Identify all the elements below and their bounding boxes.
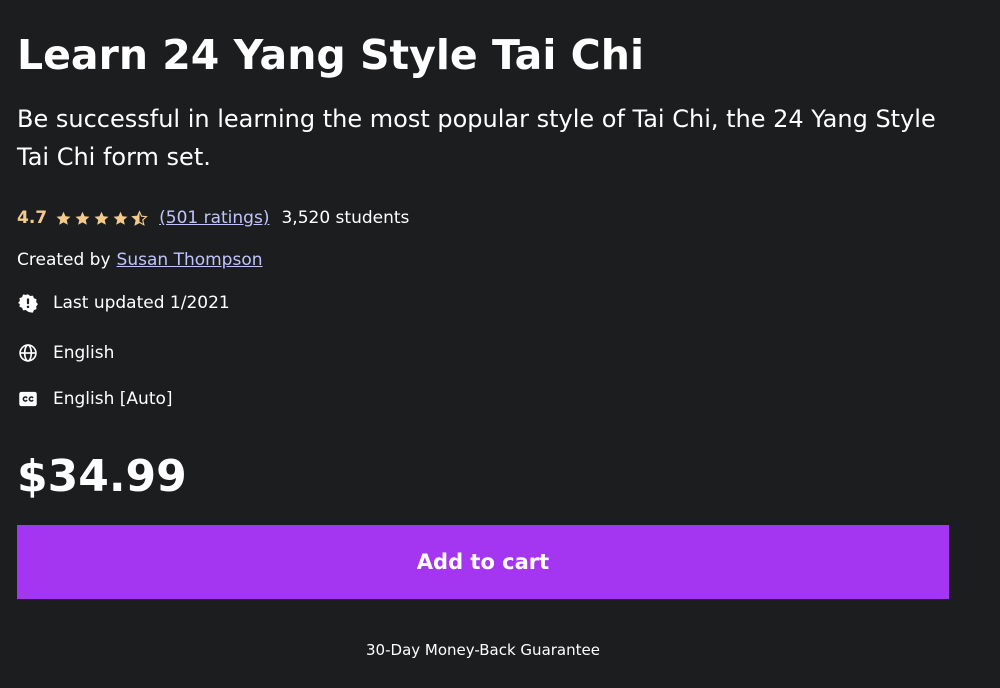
course-subtitle: Be successful in learning the most popul… bbox=[17, 105, 936, 171]
closed-captions-icon bbox=[17, 388, 39, 410]
students-count: 3,520 students bbox=[281, 208, 410, 228]
star-icon bbox=[75, 211, 90, 225]
course-sidebar: Learn 24 Yang Style Tai Chi Be successfu… bbox=[17, 0, 949, 688]
captions-row: English [Auto] bbox=[17, 386, 173, 412]
language-row: English bbox=[17, 340, 114, 366]
captions-text: English [Auto] bbox=[53, 389, 173, 409]
ratings-count-link[interactable]: (501 ratings) bbox=[159, 208, 269, 228]
course-title: Learn 24 Yang Style Tai Chi bbox=[17, 31, 645, 79]
last-updated-text: Last updated 1/2021 bbox=[53, 293, 230, 313]
alert-badge-icon bbox=[17, 292, 39, 314]
star-rating bbox=[55, 209, 150, 227]
created-by-label: Created by bbox=[17, 250, 111, 270]
language-text: English bbox=[53, 343, 115, 363]
course-price: $34.99 bbox=[17, 451, 187, 502]
star-icon bbox=[94, 211, 109, 225]
star-icon bbox=[113, 211, 128, 225]
add-to-cart-button[interactable]: Add to cart bbox=[17, 525, 949, 599]
instructor-link[interactable]: Susan Thompson bbox=[117, 250, 263, 270]
created-by-row: Created by Susan Thompson bbox=[17, 247, 263, 273]
rating-value: 4.7 bbox=[17, 208, 48, 228]
last-updated-row: Last updated 1/2021 bbox=[17, 290, 230, 316]
half-star-icon bbox=[131, 209, 148, 226]
money-back-guarantee: 30-Day Money-Back Guarantee bbox=[366, 641, 600, 659]
star-icon bbox=[56, 211, 71, 225]
rating-row: 4.7 (501 ratings) 3,520 students bbox=[17, 205, 409, 231]
globe-icon bbox=[17, 342, 39, 364]
